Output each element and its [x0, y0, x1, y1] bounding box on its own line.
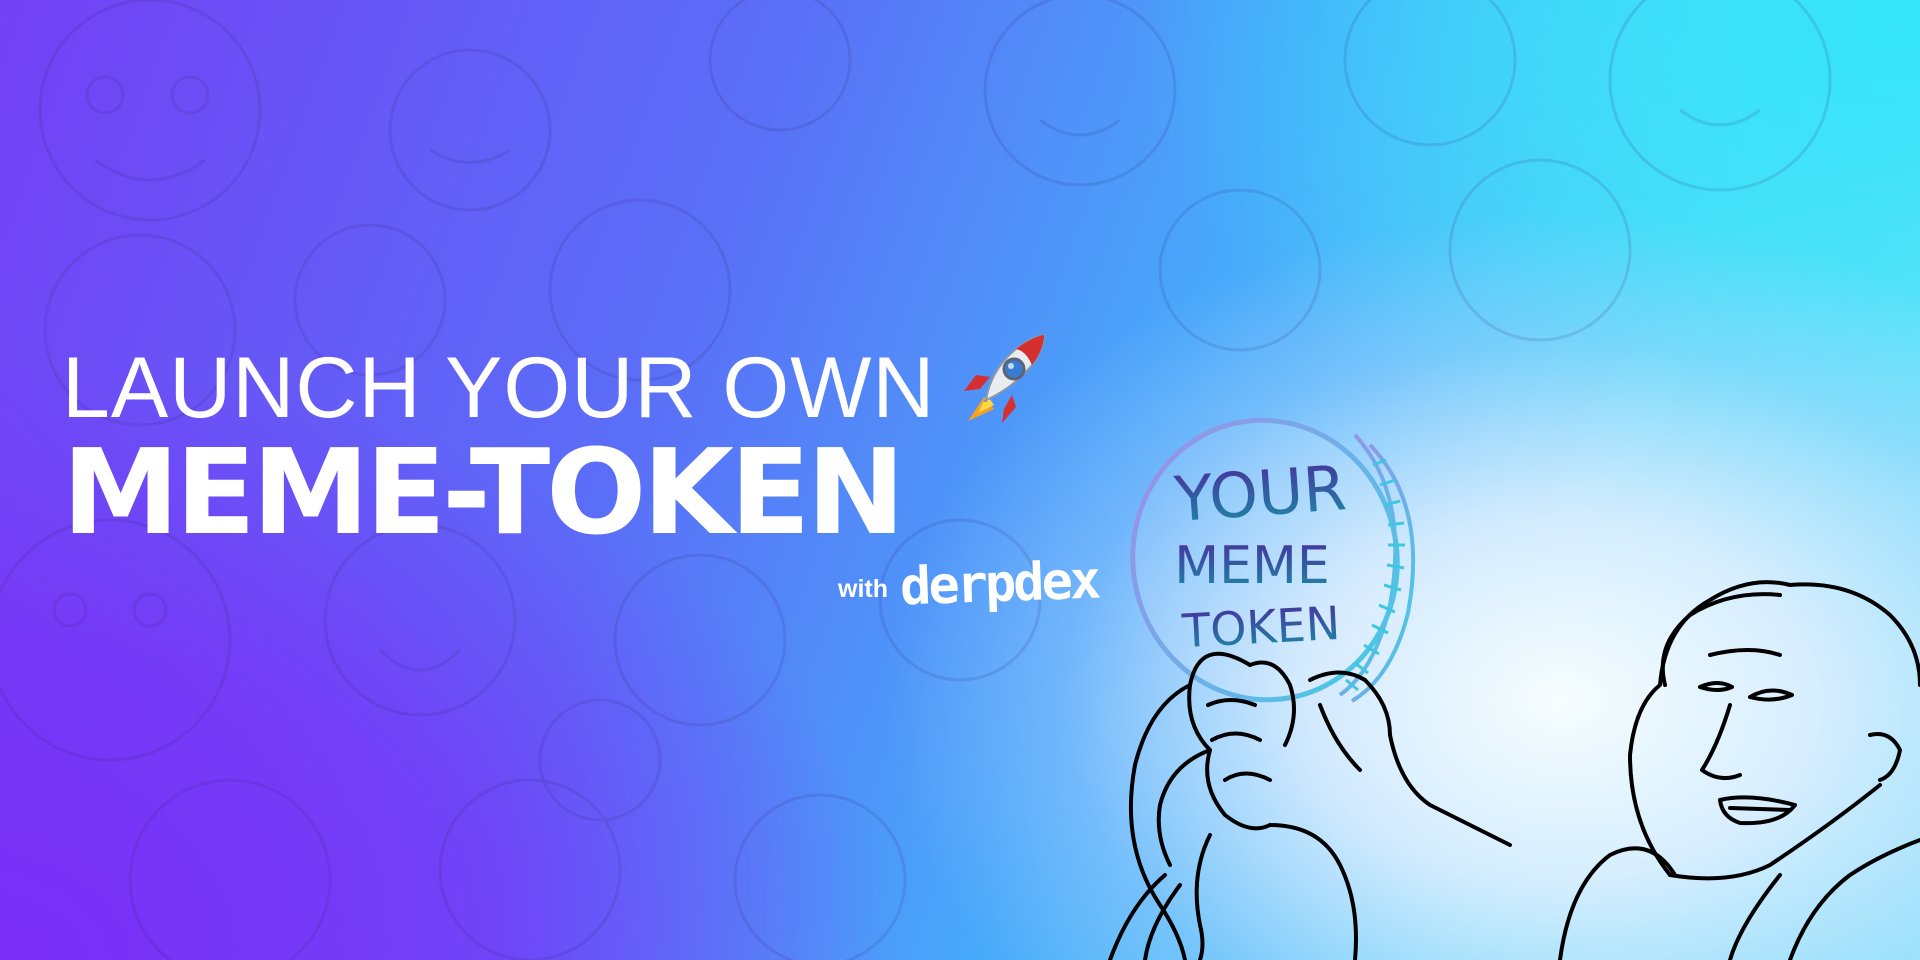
coin-text-line-3: TOKEN: [1180, 596, 1342, 658]
headline: LAUNCH YOUR OWN MEME-TOKEN: [62, 333, 1122, 561]
coin-text-line-2: MEME: [1174, 536, 1329, 596]
person-holding-coin-illustration: YOUR MEME TOKEN: [1108, 417, 1920, 960]
coin-text-line-1: YOUR: [1171, 451, 1348, 536]
headline-line-1-text: LAUNCH YOUR OWN: [62, 340, 936, 436]
meme-coin: YOUR MEME TOKEN: [1130, 417, 1416, 703]
promo-banner: LAUNCH YOUR OWN MEME-TOKEN with derpdex: [0, 0, 1920, 960]
headline-line-2: MEME-TOKEN: [62, 423, 905, 561]
byline: with derpdex: [838, 551, 1099, 618]
byline-with-text: with: [838, 575, 888, 603]
headline-line-1: LAUNCH YOUR OWN: [62, 333, 1122, 436]
brand-logo-text: derpdex: [899, 550, 1100, 618]
rocket-icon: [963, 333, 1045, 423]
